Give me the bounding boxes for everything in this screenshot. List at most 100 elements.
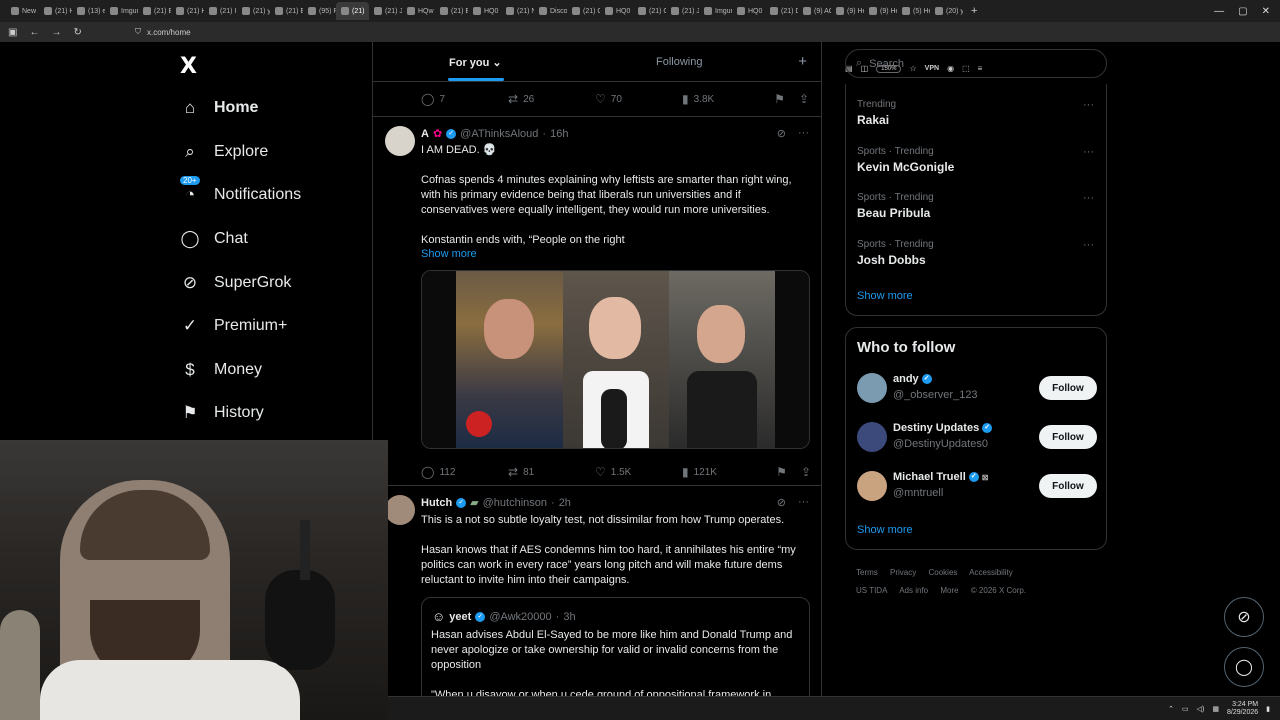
nav-item-notifications[interactable]: ◔ 20+ Notifications xyxy=(180,176,301,205)
avatar[interactable] xyxy=(385,126,415,156)
browser-tab[interactable]: (21) E xyxy=(435,2,468,20)
browser-tab[interactable]: (13) e xyxy=(72,2,105,20)
network-icon[interactable]: ▦ xyxy=(1212,705,1219,713)
follow-suggestion[interactable]: Michael Truell ✓ ⊠ @mntruell Follow xyxy=(857,469,1097,503)
author-name[interactable]: A xyxy=(421,128,429,140)
avatar[interactable] xyxy=(857,373,887,403)
show-more-link[interactable]: Show more xyxy=(421,248,477,260)
more-icon[interactable]: ··· xyxy=(1083,99,1094,111)
tab-following[interactable]: Following xyxy=(656,56,702,68)
back-icon[interactable]: ← xyxy=(29,27,39,38)
quote-author-name[interactable]: yeet xyxy=(449,611,471,623)
browser-tab[interactable]: (21) J xyxy=(666,2,699,20)
grok-icon[interactable]: ⊘ xyxy=(777,127,786,140)
browser-tab[interactable]: HQ0 xyxy=(732,2,765,20)
browser-tab[interactable]: (21) C xyxy=(633,2,666,20)
browser-tab[interactable]: (21) H xyxy=(171,2,204,20)
browser-tab[interactable]: (21) I xyxy=(204,2,237,20)
trend-item[interactable]: Trending Rakai xyxy=(857,99,896,127)
nav-item-supergrok[interactable]: ⊘ SuperGrok xyxy=(180,273,292,293)
maximize-icon[interactable]: ▢ xyxy=(1238,6,1247,17)
post-video[interactable] xyxy=(421,270,810,449)
tray-chevron-icon[interactable]: ⌃ xyxy=(1168,705,1174,713)
reload-icon[interactable]: ↻ xyxy=(73,27,81,38)
share-icon[interactable]: ⇪ xyxy=(799,92,809,106)
browser-tab[interactable]: (9) He xyxy=(831,2,864,20)
follow-button[interactable]: Follow xyxy=(1039,376,1097,400)
browser-tab[interactable]: (9) AC xyxy=(798,2,831,20)
footer-link[interactable]: Ads info xyxy=(899,586,928,595)
more-icon[interactable]: ··· xyxy=(1083,239,1094,251)
show-more-follow[interactable]: Show more xyxy=(857,524,913,536)
browser-tab[interactable]: (21) C xyxy=(567,2,600,20)
footer-link[interactable]: Accessibility xyxy=(969,568,1013,577)
nav-item-history[interactable]: ⚑ History xyxy=(180,403,263,423)
post-hutch[interactable]: Hutch ✓ ▰ @hutchinson · 2h ⊘ ··· This is… xyxy=(373,486,821,720)
nav-item-premium[interactable]: ✓ Premium+ xyxy=(180,316,287,336)
quote-time[interactable]: 3h xyxy=(563,611,575,623)
share-icon[interactable]: ⇪ xyxy=(801,465,811,479)
like-button[interactable]: ♡ 70 xyxy=(595,92,682,106)
like-button[interactable]: ♡ 1.5K xyxy=(595,465,682,479)
x-logo[interactable]: X xyxy=(180,54,197,79)
volume-icon[interactable]: ◁) xyxy=(1197,705,1205,713)
avatar[interactable] xyxy=(857,471,887,501)
post-athinksaloud[interactable]: A ✿ ✓ @AThinksAloud · 16h ⊘ ··· I AM DEA… xyxy=(373,117,821,485)
new-tab-button[interactable]: + xyxy=(971,5,977,17)
suggested-user-name[interactable]: andy xyxy=(893,373,919,385)
views-button[interactable]: ▮ 121K xyxy=(682,465,769,479)
sidebar-toggle-icon[interactable]: ▣ xyxy=(8,27,17,38)
footer-link[interactable]: US TIDA xyxy=(856,586,887,595)
browser-tab[interactable]: (21) H xyxy=(39,2,72,20)
nav-item-explore[interactable]: ⌕ Explore xyxy=(180,142,268,162)
monitor-icon[interactable]: ▭ xyxy=(1182,705,1189,713)
grok-fab[interactable]: ⊘ xyxy=(1224,597,1264,637)
browser-tab[interactable]: (21) J xyxy=(369,2,402,20)
show-more-trends[interactable]: Show more xyxy=(857,290,913,302)
forward-icon[interactable]: → xyxy=(51,27,61,38)
trend-item[interactable]: Sports · Trending Josh Dobbs xyxy=(857,239,934,267)
url-text[interactable]: x.com/home xyxy=(147,28,191,37)
footer-link[interactable]: Terms xyxy=(856,568,878,577)
post-time[interactable]: 16h xyxy=(550,128,568,140)
footer-link[interactable]: Privacy xyxy=(890,568,916,577)
browser-tab[interactable]: (21) y xyxy=(237,2,270,20)
shield-icon[interactable]: ⛉ xyxy=(135,27,141,37)
footer-link[interactable]: More xyxy=(940,586,958,595)
post-time[interactable]: 2h xyxy=(559,497,571,509)
suggested-user-name[interactable]: Michael Truell xyxy=(893,471,966,483)
browser-tab[interactable]: HQ0 xyxy=(468,2,501,20)
browser-tab[interactable]: HQ0 xyxy=(600,2,633,20)
trend-item[interactable]: Sports · Trending Kevin McGonigle xyxy=(857,146,954,174)
browser-tab[interactable]: (21) N xyxy=(501,2,534,20)
browser-tab[interactable]: (20) y xyxy=(930,2,963,20)
repost-button[interactable]: ⇄ 81 xyxy=(508,465,595,479)
browser-tab[interactable]: HQw xyxy=(402,2,435,20)
close-icon[interactable]: ✕ xyxy=(1262,6,1270,17)
clock[interactable]: 3:24 PM 8/29/2026 xyxy=(1227,701,1258,717)
follow-button[interactable]: Follow xyxy=(1039,425,1097,449)
browser-tab[interactable]: New xyxy=(6,2,39,20)
browser-tab[interactable]: (21) E xyxy=(270,2,303,20)
avatar[interactable] xyxy=(857,422,887,452)
nav-item-money[interactable]: $ Money xyxy=(180,360,262,380)
grok-icon[interactable]: ⊘ xyxy=(777,496,786,509)
nav-item-chat[interactable]: ◯ Chat xyxy=(180,229,247,249)
more-icon[interactable]: ··· xyxy=(798,496,809,509)
author-handle[interactable]: @AThinksAloud xyxy=(460,128,538,140)
author-name[interactable]: Hutch xyxy=(421,497,452,509)
add-tab-icon[interactable]: + xyxy=(798,53,807,70)
browser-tab[interactable]: (21) xyxy=(336,2,369,20)
avatar[interactable] xyxy=(385,495,415,525)
browser-tab[interactable]: (21) E xyxy=(138,2,171,20)
follow-suggestion[interactable]: Destiny Updates ✓ @DestinyUpdates0 Follow xyxy=(857,420,1097,454)
search-input[interactable]: ⌕ Search xyxy=(845,49,1107,78)
more-icon[interactable]: ··· xyxy=(798,127,809,140)
reply-button[interactable]: ◯ 112 xyxy=(421,465,508,479)
tab-for-you[interactable]: For you ⌄ xyxy=(449,56,502,69)
reply-button[interactable]: ◯ 7 xyxy=(421,92,508,106)
footer-link[interactable]: Cookies xyxy=(928,568,957,577)
nav-item-home[interactable]: ⌂ Home xyxy=(180,98,259,118)
browser-tab[interactable]: Disco xyxy=(534,2,567,20)
notification-icon[interactable]: ▮ xyxy=(1266,705,1270,713)
